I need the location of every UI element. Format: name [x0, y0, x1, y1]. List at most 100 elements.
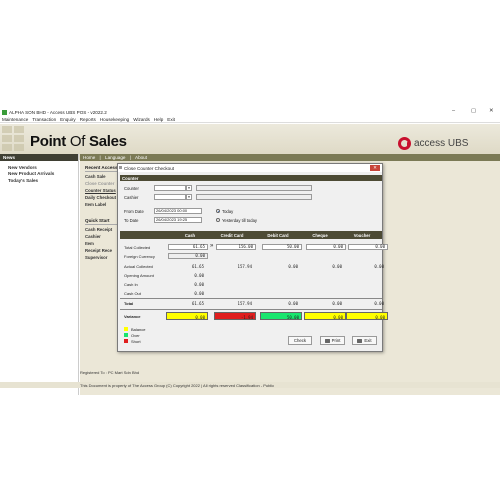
title-bar: ALPHA SON BHD - Access UBS POS - v2022.2	[0, 108, 500, 116]
app-icon	[2, 109, 7, 115]
total-collected-cheque[interactable]: 0.00	[306, 244, 346, 250]
access-ring-icon	[398, 137, 411, 150]
to-date-label: To Date	[124, 218, 139, 223]
radio-today-label: Today	[222, 209, 234, 214]
print-button[interactable]: Print	[320, 336, 345, 345]
legend-over-label: Over	[131, 333, 140, 338]
cashier-label: Cashier	[124, 195, 139, 200]
total-collected-label: Total Collected	[124, 245, 151, 250]
exit-door-icon	[357, 338, 363, 343]
variance-label: Variance	[124, 314, 141, 319]
counter-label: Counter	[124, 186, 139, 191]
window-title: ALPHA SON BHD - Access UBS POS - v2022.2	[9, 109, 107, 115]
access-ubs-logo: access UBS	[398, 137, 468, 150]
foreign-currency-value: 0.00	[168, 253, 208, 259]
dialog-icon	[119, 166, 122, 169]
menu-wizards[interactable]: Wizards	[133, 117, 150, 122]
foreign-currency-label: Foreign Currency	[124, 254, 155, 259]
actual-collected-cash: 61.65	[191, 264, 204, 269]
sidebar-item-todays-sales[interactable]: Today's Sales	[0, 177, 78, 184]
actual-collected-credit: 157.94	[237, 264, 252, 269]
opening-amount-label: Opening Amount	[124, 273, 154, 278]
col-debit-card: Debit Card	[267, 232, 289, 238]
menu-housekeeping[interactable]: Housekeeping	[100, 117, 129, 122]
counter-section-header: Counter	[120, 175, 382, 181]
actual-collected-voucher: 0.00	[374, 264, 384, 269]
total-debit: 0.00	[288, 301, 298, 306]
to-date-input[interactable]: 26/04/2023 19:25	[154, 217, 202, 223]
cash-out-label: Cash Out	[124, 291, 141, 296]
dialog-title-bar: Close Counter Checkout ✕	[118, 164, 382, 172]
col-cash: Cash	[184, 232, 196, 238]
menu-help[interactable]: Help	[154, 117, 163, 122]
radio-today[interactable]	[216, 209, 220, 213]
from-date-label: From Date	[124, 209, 144, 214]
close-counter-dialog: Close Counter Checkout ✕ Counter Counter…	[117, 163, 388, 352]
total-divider	[120, 298, 382, 299]
variance-cheque: 0.00	[304, 312, 346, 320]
counter-input[interactable]	[154, 185, 186, 191]
total-cheque: 0.00	[332, 301, 342, 306]
total-collected-debit[interactable]: 50.00	[262, 244, 302, 250]
total-cash: 61.65	[191, 301, 204, 306]
menu-enquiry[interactable]: Enquiry	[60, 117, 76, 122]
variance-credit: -1.94	[214, 312, 256, 320]
cashier-input[interactable]	[154, 194, 186, 200]
registered-to: Registered To : PC Mart Sdn Bhd	[80, 370, 140, 375]
counter-description-field	[196, 185, 312, 191]
legend-short-swatch	[124, 339, 128, 343]
cashier-description-field	[196, 194, 312, 200]
total-voucher: 0.00	[374, 301, 384, 306]
col-credit-card: Credit Card	[220, 232, 244, 238]
payment-table-header: Cash Credit Card Debit Card Cheque Vouch…	[120, 231, 382, 239]
counter-dropdown-button[interactable]: ▾	[186, 185, 192, 191]
col-cheque: Cheque	[312, 232, 328, 238]
convert-arrow-icon[interactable]: »	[210, 243, 213, 249]
total-label: Total	[124, 301, 134, 306]
minimize-button[interactable]: –	[452, 108, 455, 114]
actual-collected-cheque: 0.00	[332, 264, 342, 269]
news-sidebar: News New Vendors New Product Arrivals To…	[0, 154, 79, 395]
dialog-close-button[interactable]: ✕	[370, 165, 380, 171]
exit-button[interactable]: Exit	[352, 336, 377, 345]
sidebar-item-new-vendors[interactable]: New Vendors	[0, 164, 78, 171]
menu-reports[interactable]: Reports	[80, 117, 96, 122]
cash-in-label: Cash In	[124, 282, 138, 287]
menu-maintenance[interactable]: Maintenance	[2, 117, 28, 122]
content-tabs: Home | Language | About	[80, 154, 500, 161]
tab-about[interactable]: About	[135, 155, 147, 160]
total-collected-voucher[interactable]: 0.00	[348, 244, 388, 250]
menu-exit[interactable]: Exit	[167, 117, 175, 122]
brand-title: Point Of Sales	[30, 133, 127, 150]
cash-out-value: 0.00	[194, 291, 204, 296]
sidebar-item-new-products[interactable]: New Product Arrivals	[0, 171, 78, 178]
actual-collected-debit: 0.00	[288, 264, 298, 269]
total-credit: 157.94	[237, 301, 252, 306]
cash-in-value: 0.00	[194, 282, 204, 287]
check-button[interactable]: Check	[288, 336, 312, 345]
printer-icon	[324, 338, 330, 343]
legend-balance-label: Balance	[131, 327, 146, 332]
close-window-button[interactable]: ✕	[489, 108, 494, 114]
legend-over-swatch	[124, 333, 128, 337]
from-date-input[interactable]: 26/04/2023 00:00	[154, 208, 202, 214]
menu-bar: Maintenance Transaction Enquiry Reports …	[0, 116, 500, 123]
radio-yesterday[interactable]	[216, 218, 220, 222]
legend-balance-swatch	[124, 327, 128, 331]
col-voucher: Voucher	[353, 232, 371, 238]
tab-home[interactable]: Home	[83, 155, 95, 160]
radio-yesterday-label: Yesterday till today	[222, 218, 257, 223]
copyright-bar: This Document is property of The Access …	[0, 382, 500, 388]
variance-voucher: 0.00	[346, 312, 388, 320]
legend-short-label: Short	[131, 339, 141, 344]
tab-language[interactable]: Language	[105, 155, 125, 160]
actual-collected-label: Actual Collected	[124, 264, 153, 269]
cashier-dropdown-button[interactable]: ▾	[186, 194, 192, 200]
opening-amount-value: 0.00	[194, 273, 204, 278]
news-header: News	[0, 154, 78, 161]
total-collected-credit[interactable]: 156.00	[216, 244, 256, 250]
maximize-button[interactable]: ▢	[471, 108, 476, 114]
variance-debit: 50.00	[260, 312, 302, 320]
total-collected-cash[interactable]: 61.65	[168, 244, 208, 250]
menu-transaction[interactable]: Transaction	[32, 117, 56, 122]
